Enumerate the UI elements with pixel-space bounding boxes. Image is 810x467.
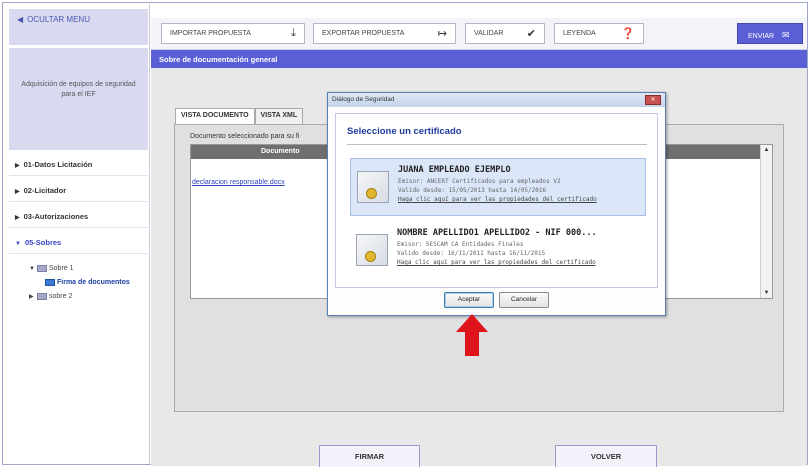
certificate-icon: [357, 171, 389, 203]
send-button[interactable]: ENVIAR ✉: [737, 23, 803, 44]
send-icon: ✉: [782, 30, 790, 40]
nav-item-datos-licitacion[interactable]: ▶ 01-Datos Licitación: [9, 154, 148, 176]
import-label: IMPORTAR PROPUESTA: [170, 30, 251, 37]
triangle-right-icon: ▶: [15, 215, 20, 221]
sidebar: ◀ OCULTAR MENU Adquisición de equipos de …: [4, 4, 150, 464]
security-dialog: Diálogo de Seguridad ✕ Seleccione un cer…: [327, 92, 666, 316]
certificate-issuer: Emisor: SESCAM CA Entidades Finales: [397, 241, 524, 248]
certificate-item[interactable]: NOMBRE APELLIDO1 APELLIDO2 - NIF 000... …: [350, 222, 646, 280]
certificate-issuer: Emisor: ANCERT Certificados para emplead…: [398, 178, 561, 185]
dialog-heading: Seleccione un certificado: [347, 126, 462, 137]
tree-label: Firma de documentos: [57, 279, 130, 286]
export-proposal-button[interactable]: EXPORTAR PROPUESTA ↦: [313, 23, 456, 44]
send-label: ENVIAR: [748, 33, 775, 40]
certificate-validity: Valido desde: 16/11/2011 hasta 16/11/201…: [397, 250, 546, 257]
tab-vista-documento[interactable]: VISTA DOCUMENTO: [175, 108, 255, 124]
tree-node-sobre-1[interactable]: ▼ Sobre 1: [29, 262, 151, 276]
hide-menu-label: OCULTAR MENU: [27, 15, 90, 24]
scroll-down-icon[interactable]: ▼: [762, 288, 771, 298]
certificate-properties-link[interactable]: Haga clic aquí para ver las propiedades …: [397, 259, 596, 266]
dialog-titlebar: Diálogo de Seguridad ✕: [328, 93, 665, 107]
accept-button[interactable]: Aceptar: [444, 292, 494, 308]
sobres-tree: ▼ Sobre 1 Firma de documentos ▶ sobre 2: [29, 262, 151, 304]
nav-item-autorizaciones[interactable]: ▶ 03-Autorizaciones: [9, 206, 148, 228]
import-proposal-button[interactable]: IMPORTAR PROPUESTA ⤓: [161, 23, 305, 44]
download-icon: ⤓: [291, 27, 296, 39]
nav-item-licitador[interactable]: ▶ 02-Licitador: [9, 180, 148, 202]
nav-label: 02-Licitador: [23, 186, 67, 195]
check-icon: ✔: [526, 28, 536, 40]
folder-icon: [45, 278, 55, 286]
certificate-panel: Seleccione un certificado JUANA EMPLEADO…: [335, 113, 658, 288]
folder-icon: [37, 292, 47, 300]
certificate-item[interactable]: JUANA EMPLEADO EJEMPLO Emisor: ANCERT Ce…: [350, 158, 646, 216]
procedure-title: Adquisición de equipos de seguridad para…: [9, 48, 148, 150]
divider: [347, 144, 647, 145]
document-link[interactable]: declaracion responsable.docx: [192, 179, 285, 186]
view-tabs: VISTA DOCUMENTO VISTA XML: [175, 108, 304, 124]
triangle-right-icon: ▶: [15, 163, 20, 169]
export-icon: ↦: [437, 28, 447, 40]
certificate-name: JUANA EMPLEADO EJEMPLO: [398, 165, 511, 175]
arrow-left-icon: ◀: [17, 15, 24, 24]
certificate-icon: [356, 234, 388, 266]
table-scrollbar[interactable]: ▲ ▼: [760, 145, 772, 298]
nav-label: 01-Datos Licitación: [23, 160, 93, 169]
certificate-validity: Valido desde: 15/05/2013 hasta 14/05/201…: [398, 187, 547, 194]
tree-label: sobre 2: [49, 293, 73, 300]
validate-label: VALIDAR: [474, 30, 504, 37]
nav-item-sobres[interactable]: ▼ 05-Sobres: [9, 232, 148, 254]
tree-node-sobre-2[interactable]: ▶ sobre 2: [29, 290, 151, 304]
hide-menu-button[interactable]: ◀ OCULTAR MENU: [9, 9, 148, 45]
certificate-properties-link[interactable]: Haga clic aquí para ver las propiedades …: [398, 196, 597, 203]
red-up-arrow-icon: [456, 314, 488, 356]
folder-icon: [37, 264, 47, 272]
help-icon: ❓: [621, 28, 635, 40]
scroll-up-icon[interactable]: ▲: [762, 145, 771, 155]
cancel-button[interactable]: Cancelar: [499, 292, 549, 308]
triangle-down-icon: ▼: [15, 241, 21, 247]
toolbar: IMPORTAR PROPUESTA ⤓ EXPORTAR PROPUESTA …: [151, 18, 807, 50]
close-icon[interactable]: ✕: [645, 95, 661, 105]
collapse-icon[interactable]: ▼: [29, 262, 37, 276]
back-button[interactable]: VOLVER: [555, 445, 657, 467]
tab-vista-xml[interactable]: VISTA XML: [254, 108, 304, 124]
selected-document-label: Documento seleccionado para su fi: [190, 133, 300, 140]
nav-label: 05-Sobres: [24, 238, 62, 247]
expand-icon[interactable]: ▶: [29, 290, 37, 304]
tree-node-firma-documentos[interactable]: Firma de documentos: [29, 276, 151, 290]
sign-button[interactable]: FIRMAR: [319, 445, 420, 467]
triangle-right-icon: ▶: [15, 189, 20, 195]
validate-button[interactable]: VALIDAR ✔: [465, 23, 545, 44]
nav-label: 03-Autorizaciones: [23, 212, 89, 221]
panel-header: Sobre de documentación general: [151, 50, 807, 68]
dialog-title: Diálogo de Seguridad: [332, 96, 395, 103]
legend-button[interactable]: LEYENDA ❓: [554, 23, 644, 44]
export-label: EXPORTAR PROPUESTA: [322, 30, 405, 37]
tree-label: Sobre 1: [49, 265, 74, 272]
certificate-name: NOMBRE APELLIDO1 APELLIDO2 - NIF 000...: [397, 228, 597, 238]
legend-label: LEYENDA: [563, 30, 596, 37]
